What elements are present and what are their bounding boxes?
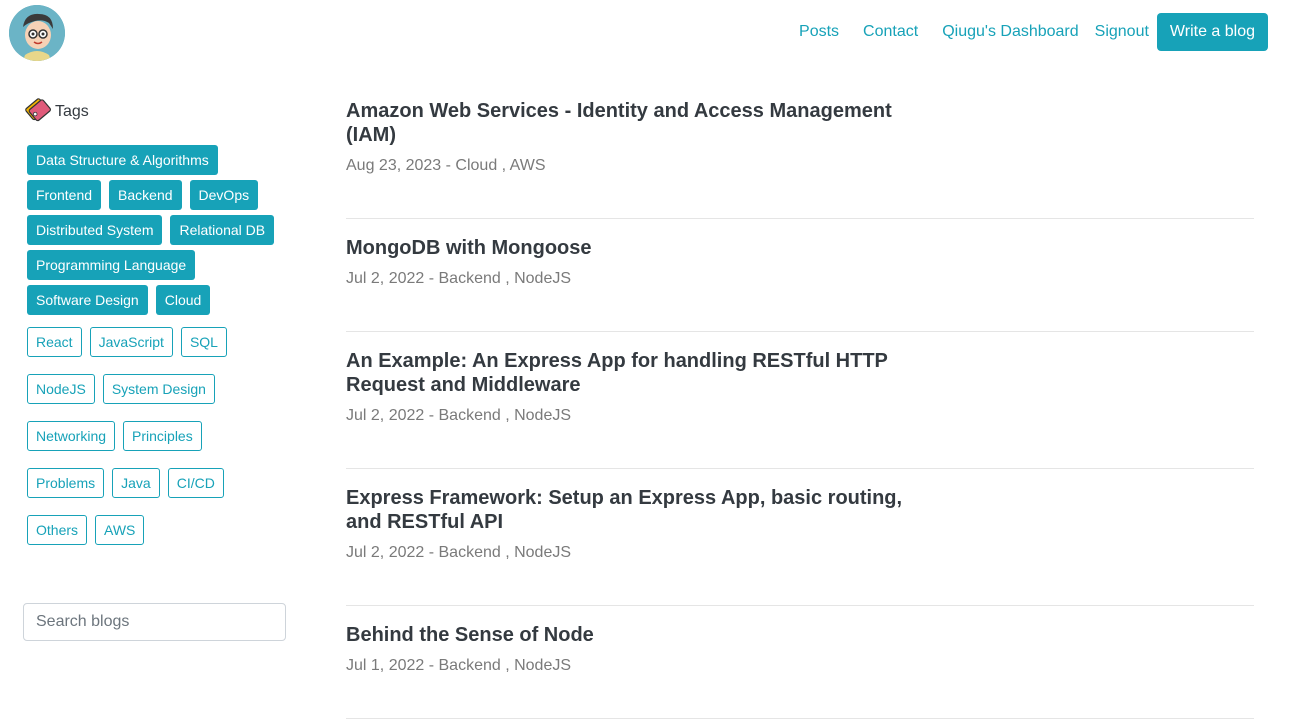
topic-tags: React JavaScript SQL NodeJS System Desig… [23, 327, 293, 545]
tag-system-design[interactable]: System Design [102, 374, 215, 404]
post-title[interactable]: Behind the Sense of Node [346, 623, 926, 647]
tag-aws[interactable]: AWS [95, 515, 145, 545]
nav-link-posts[interactable]: Posts [799, 23, 839, 41]
tag-javascript[interactable]: JavaScript [89, 327, 173, 357]
user-avatar[interactable] [9, 5, 65, 61]
post-item: Behind the Sense of Node Jul 1, 2022 - B… [346, 606, 1254, 719]
tag-row: Data Structure & Algorithms [27, 145, 293, 175]
post-item: Express Framework: Setup an Express App,… [346, 469, 1254, 606]
sidebar: Tags Data Structure & Algorithms Fronten… [23, 96, 293, 562]
tag-sql[interactable]: SQL [180, 327, 227, 357]
tag-software-design[interactable]: Software Design [27, 285, 148, 315]
navbar: Posts Contact Qiugu's Dashboard Signout … [0, 0, 1293, 66]
tags-header: Tags [23, 96, 293, 128]
nav-link-signout[interactable]: Signout [1095, 23, 1149, 41]
post-title[interactable]: An Example: An Express App for handling … [346, 349, 926, 397]
tags-title: Tags [55, 103, 89, 120]
tag-row: Problems Java CI/CD [27, 468, 293, 498]
post-title[interactable]: Amazon Web Services - Identity and Acces… [346, 99, 926, 147]
tag-row: Distributed System Relational DB [27, 215, 293, 245]
post-list: Amazon Web Services - Identity and Acces… [346, 99, 1254, 719]
tag-data-structure-algorithms[interactable]: Data Structure & Algorithms [27, 145, 218, 175]
tag-react[interactable]: React [27, 327, 82, 357]
tag-row: Others AWS [27, 515, 293, 545]
tag-ci-cd[interactable]: CI/CD [167, 468, 224, 498]
nav-link-contact[interactable]: Contact [863, 23, 918, 41]
category-tags: Data Structure & Algorithms Frontend Bac… [23, 145, 293, 315]
tag-row: Programming Language [27, 250, 293, 280]
post-title[interactable]: MongoDB with Mongoose [346, 236, 926, 260]
post-meta: Jul 2, 2022 - Backend , NodeJS [346, 407, 572, 424]
tag-backend[interactable]: Backend [109, 180, 182, 210]
tag-principles[interactable]: Principles [123, 421, 202, 451]
tag-others[interactable]: Others [27, 515, 88, 545]
tag-devops[interactable]: DevOps [189, 180, 259, 210]
tag-cloud[interactable]: Cloud [155, 285, 211, 315]
post-meta: Aug 23, 2023 - Cloud , AWS [346, 157, 546, 174]
tag-row: React JavaScript SQL [27, 327, 293, 357]
tag-frontend[interactable]: Frontend [27, 180, 102, 210]
tag-row: Networking Principles [27, 421, 293, 451]
write-blog-button[interactable]: Write a blog [1156, 13, 1268, 51]
tag-problems[interactable]: Problems [27, 468, 105, 498]
tag-row: NodeJS System Design [27, 374, 293, 404]
tag-row: Software Design Cloud [27, 285, 293, 315]
nav-link-dashboard[interactable]: Qiugu's Dashboard [942, 23, 1078, 41]
tag-java[interactable]: Java [112, 468, 160, 498]
post-meta: Jul 2, 2022 - Backend , NodeJS [346, 270, 572, 287]
tag-distributed-system[interactable]: Distributed System [27, 215, 163, 245]
post-item: Amazon Web Services - Identity and Acces… [346, 99, 1254, 219]
post-title[interactable]: Express Framework: Setup an Express App,… [346, 486, 926, 534]
post-item: MongoDB with Mongoose Jul 2, 2022 - Back… [346, 219, 1254, 332]
nav-links: Posts Contact Qiugu's Dashboard Signout … [799, 13, 1268, 51]
post-item: An Example: An Express App for handling … [346, 332, 1254, 469]
post-meta: Jul 1, 2022 - Backend , NodeJS [346, 657, 572, 674]
tag-icon [23, 96, 51, 129]
tag-programming-language[interactable]: Programming Language [27, 250, 196, 280]
tag-relational-db[interactable]: Relational DB [170, 215, 275, 245]
tag-networking[interactable]: Networking [27, 421, 116, 451]
tag-nodejs[interactable]: NodeJS [27, 374, 95, 404]
tag-row: Frontend Backend DevOps [27, 180, 293, 210]
post-meta: Jul 2, 2022 - Backend , NodeJS [346, 544, 572, 561]
search-blogs-input[interactable] [23, 603, 286, 641]
avatar-icon [9, 5, 65, 61]
